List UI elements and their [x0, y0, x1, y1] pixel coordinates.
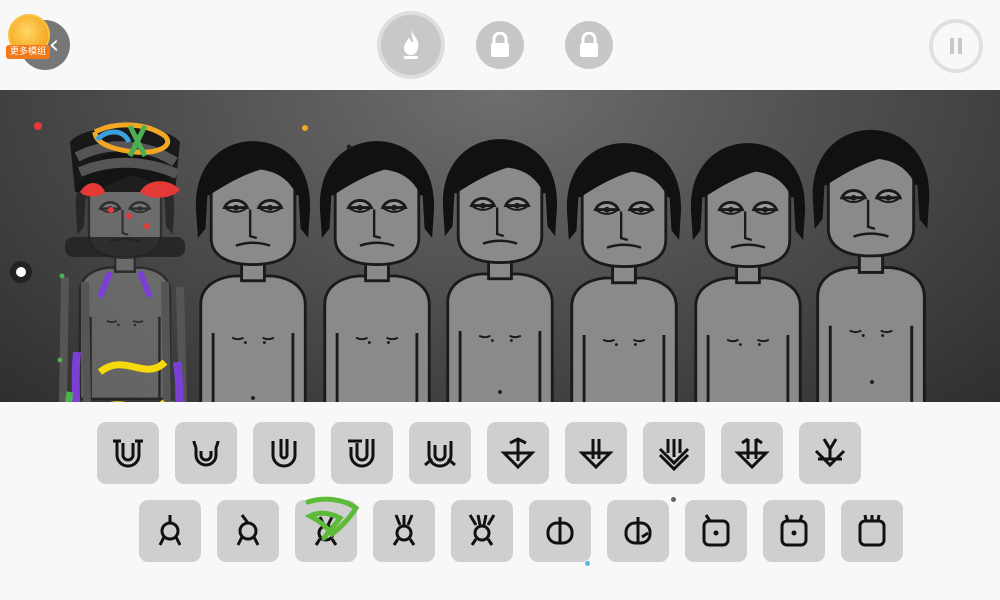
lock-icon [580, 32, 598, 57]
beat-u-3-icon [271, 439, 297, 468]
beat-u-2-icon [192, 440, 220, 467]
pause-button[interactable] [929, 19, 983, 73]
lock-icon [491, 32, 509, 57]
effect-arrow-3-icon [658, 439, 690, 472]
sound-icon-effect-arrow-2[interactable] [565, 422, 627, 484]
effect-arrow-1-icon [500, 437, 536, 470]
sound-icon-voice-square-2[interactable] [763, 500, 825, 562]
voice-square-1-icon [702, 514, 730, 547]
sound-icon-voice-b-1[interactable] [529, 500, 591, 562]
flame-icon [404, 30, 419, 59]
pause-icon [950, 38, 962, 54]
sound-icon-effect-arrow-4[interactable] [721, 422, 783, 484]
sound-icon-effect-arrow-5[interactable] [799, 422, 861, 484]
stray-dot [585, 561, 590, 566]
performer-2[interactable] [194, 139, 312, 402]
sound-icon-beat-u-2[interactable] [175, 422, 237, 484]
sound-icon-effect-arrow-3[interactable] [643, 422, 705, 484]
performer-5[interactable] [565, 141, 683, 402]
melody-a-4-icon [392, 514, 416, 546]
voice-b-1-icon [546, 517, 574, 545]
effect-arrow-5-icon [814, 438, 846, 468]
sound-palette [0, 402, 1000, 600]
locked-bonus-button-1[interactable] [476, 21, 524, 69]
sound-icon-voice-square-3[interactable] [841, 500, 903, 562]
performer-4[interactable] [441, 137, 559, 402]
voice-square-3-icon [858, 514, 886, 547]
melody-a-5-icon [468, 514, 496, 546]
top-bar: ‹ 更多模组 [0, 0, 1000, 90]
performers-svg [34, 122, 931, 402]
sound-icon-beat-u-4[interactable] [331, 422, 393, 484]
beat-u-1-icon [113, 439, 143, 468]
beat-u-5-icon [424, 441, 456, 468]
slot-indicator [10, 261, 32, 283]
effect-arrow-2-icon [578, 439, 614, 470]
stray-dot [671, 497, 676, 502]
performer-1-active[interactable] [59, 122, 187, 402]
sound-icon-melody-a-5[interactable] [451, 500, 513, 562]
sound-icon-beat-u-1[interactable] [97, 422, 159, 484]
locked-bonus-button-2[interactable] [565, 21, 613, 69]
sound-icon-effect-arrow-1[interactable] [487, 422, 549, 484]
melody-a-2-icon [236, 514, 260, 546]
effect-arrow-4-icon [734, 437, 770, 470]
performer-7[interactable] [811, 128, 931, 402]
performer-6[interactable] [689, 141, 807, 402]
sound-icon-melody-a-4[interactable] [373, 500, 435, 562]
sound-icon-melody-a-2[interactable] [217, 500, 279, 562]
voice-b-2-icon [624, 517, 652, 545]
bonus-fire-button[interactable] [381, 15, 441, 75]
sound-icon-voice-b-2[interactable] [607, 500, 669, 562]
voice-square-2-icon [780, 514, 808, 547]
more-mods-button[interactable]: 更多模组 [6, 14, 52, 62]
performer-3[interactable] [318, 139, 436, 402]
green-scribble [304, 496, 360, 541]
sound-icon-beat-u-3[interactable] [253, 422, 315, 484]
melody-a-1-icon [158, 515, 182, 546]
sound-icon-melody-a-1[interactable] [139, 500, 201, 562]
sound-icon-beat-u-5[interactable] [409, 422, 471, 484]
beat-u-4-icon [348, 439, 375, 468]
more-mods-label: 更多模组 [6, 45, 51, 59]
sound-icon-voice-square-1[interactable] [685, 500, 747, 562]
stage [0, 90, 1000, 402]
